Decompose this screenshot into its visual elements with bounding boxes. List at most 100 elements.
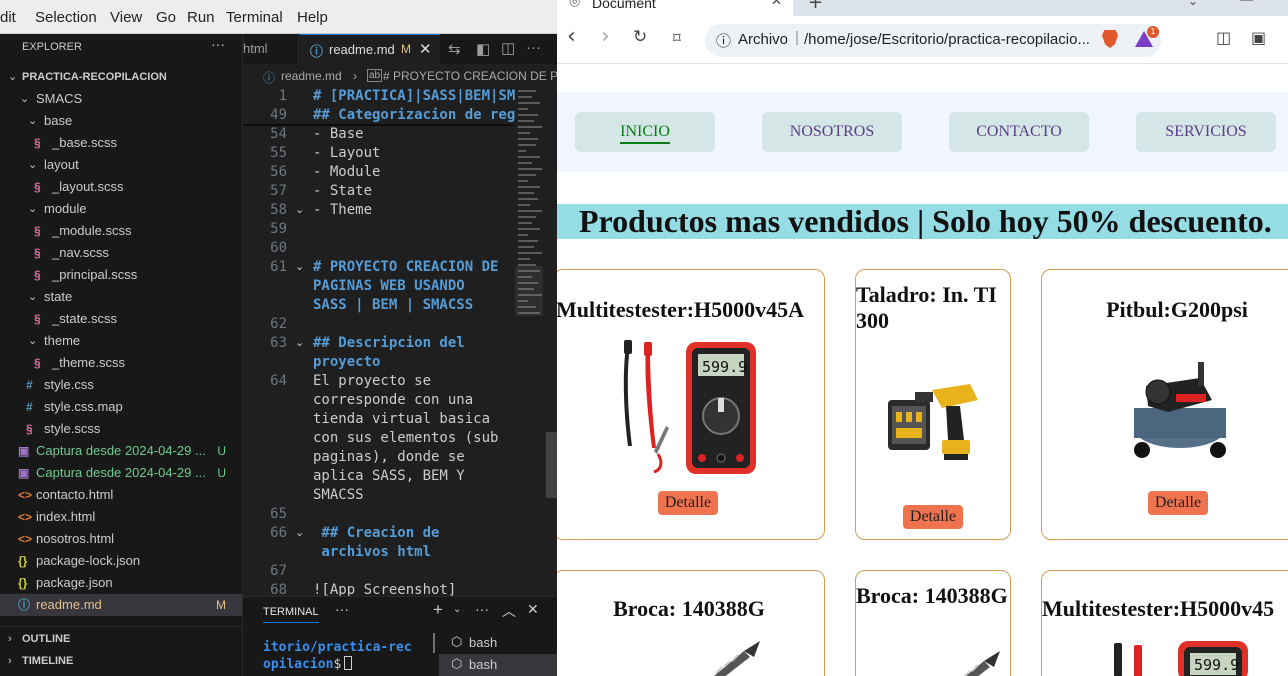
file-item[interactable]: <> index.html (0, 506, 242, 528)
folder-item[interactable]: ⌄ SMACS (0, 88, 242, 110)
folder-item[interactable]: ⌄ module (0, 198, 242, 220)
tab-terminal[interactable]: TERMINAL (263, 606, 319, 623)
detail-button[interactable]: Detalle (903, 505, 963, 529)
detail-button[interactable]: Detalle (658, 491, 718, 515)
tab-readme[interactable]: ⓘ readme.md M ✕ (300, 34, 440, 64)
address-bar[interactable]: ⓘ Archivo | /home/jose/Escritorio/practi… (705, 24, 1161, 57)
editor-scrollbar[interactable] (546, 432, 557, 498)
wallet-icon[interactable]: ▣ (1251, 28, 1266, 47)
line-number: 58 (270, 202, 287, 218)
file-item[interactable]: § _layout.scss (0, 176, 242, 198)
terminal-output[interactable]: itorio/practica-rec opilacion$ (263, 639, 412, 673)
minimap[interactable] (515, 86, 543, 318)
file-item[interactable]: § style.scss (0, 418, 242, 440)
nav-inicio[interactable]: INICIO (575, 112, 715, 152)
line-number: 62 (270, 316, 287, 332)
sash (433, 633, 435, 653)
product-card: Taladro: In. TI 300 Detalle (855, 269, 1011, 540)
file-item[interactable]: # style.css (0, 374, 242, 396)
file-item[interactable]: <> contacto.html (0, 484, 242, 506)
scss-file-icon: § (34, 180, 41, 194)
outline-section[interactable]: › OUTLINE (0, 628, 242, 650)
fold-chevron-icon[interactable]: ⌄ (295, 203, 304, 216)
more-actions-icon[interactable]: ··· (526, 39, 541, 56)
menu-edit[interactable]: dit (0, 9, 16, 26)
chevron-down-icon[interactable]: ⌄ (453, 604, 461, 615)
line-number: 59 (270, 221, 287, 237)
nav-servicios[interactable]: SERVICIOS (1136, 112, 1276, 152)
folder-item[interactable]: ⌄ theme (0, 330, 242, 352)
scss-file-icon: § (34, 268, 41, 282)
file-item[interactable]: § _theme.scss (0, 352, 242, 374)
scss-file-icon: § (34, 246, 41, 260)
git-status-badge: U (217, 444, 226, 458)
detail-button[interactable]: Detalle (1148, 491, 1208, 515)
minimize-icon[interactable]: — (1239, 0, 1254, 8)
product-card: Multitestester:H5000v45 599.9 (1041, 570, 1288, 676)
terminal-list-item[interactable]: ⬡ bash (439, 632, 557, 654)
chevron-down-icon[interactable]: ⌄ (1188, 0, 1198, 8)
menu-terminal[interactable]: Terminal (226, 9, 283, 26)
chevron-right-icon: › (353, 69, 357, 83)
close-tab-icon[interactable]: ✕ (771, 0, 782, 9)
file-item[interactable]: ⓘ readme.md M (0, 594, 242, 616)
menu-help[interactable]: Help (297, 9, 328, 26)
file-item[interactable]: § _module.scss (0, 220, 242, 242)
file-item[interactable]: <> nosotros.html (0, 528, 242, 550)
maximize-panel-icon[interactable]: ︿ (502, 601, 516, 621)
file-item[interactable]: § _principal.scss (0, 264, 242, 286)
menu-run[interactable]: Run (187, 9, 215, 26)
html-file-icon: <> (18, 532, 33, 546)
add-terminal-icon[interactable]: + (433, 600, 443, 620)
bookmark-icon[interactable]: ⌑ (673, 29, 681, 47)
nav-contacto[interactable]: CONTACTO (949, 112, 1089, 152)
terminal-list-item[interactable]: ⬡ bash (439, 654, 557, 676)
fold-chevron-icon[interactable]: ⌄ (295, 336, 304, 349)
folder-item[interactable]: ⌄ base (0, 110, 242, 132)
code-line: SMACSS (313, 487, 364, 503)
scss-file-icon: § (34, 312, 41, 326)
scss-file-icon: § (34, 224, 41, 238)
promo-banner: Productos mas vendidos | Solo hoy 50% de… (557, 204, 1288, 239)
file-item[interactable]: ▣ Captura desde 2024-04-29 ... U (0, 440, 242, 462)
new-tab-icon[interactable]: + (808, 0, 823, 13)
timeline-section[interactable]: › TIMELINE (0, 650, 242, 672)
compare-icon[interactable]: ⇆ (448, 40, 461, 58)
back-icon[interactable]: ‹ (567, 26, 576, 48)
tab-html[interactable]: html (243, 34, 299, 64)
file-item[interactable]: # style.css.map (0, 396, 242, 418)
forward-icon[interactable]: › (601, 26, 610, 48)
reload-icon[interactable]: ↻ (633, 27, 647, 47)
menu-go[interactable]: Go (156, 9, 176, 26)
menu-view[interactable]: View (110, 9, 142, 26)
scss-file-icon: § (34, 356, 41, 370)
explorer-more-icon[interactable]: ··· (211, 36, 225, 52)
sidebar-toggle-icon[interactable]: ◫ (1216, 28, 1231, 47)
file-item[interactable]: {} package.json (0, 572, 242, 594)
split-editor-icon[interactable]: ◫ (501, 39, 515, 57)
menu-selection[interactable]: Selection (35, 9, 97, 26)
close-icon[interactable]: ✕ (419, 40, 432, 58)
folder-item[interactable]: ⌄ layout (0, 154, 242, 176)
folder-item[interactable]: ⌄ state (0, 286, 242, 308)
browser-window: ◎ Document ✕ + ⌄ — ‹ › ↻ ⌑ ⓘ Archivo | /… (557, 0, 1288, 676)
nav-nosotros[interactable]: NOSOTROS (762, 112, 902, 152)
code-line: tienda virtual basica (313, 411, 491, 427)
vscode-window: dit Selection View Go Run Terminal Help … (0, 0, 557, 676)
file-item[interactable]: § _base.scss (0, 132, 242, 154)
chevron-down-icon: ⌄ (28, 159, 38, 171)
file-item[interactable]: {} package-lock.json (0, 550, 242, 572)
close-panel-icon[interactable]: ✕ (527, 601, 539, 618)
fold-chevron-icon[interactable]: ⌄ (295, 526, 304, 539)
preview-icon[interactable]: ◧ (476, 40, 490, 58)
explorer-root[interactable]: ⌄ PRACTICA-RECOPILACION (0, 66, 242, 88)
file-item[interactable]: § _state.scss (0, 308, 242, 330)
more-icon[interactable]: ··· (335, 601, 349, 617)
fold-chevron-icon[interactable]: ⌄ (295, 260, 304, 273)
file-item[interactable]: § _nav.scss (0, 242, 242, 264)
more-actions-icon[interactable]: ··· (475, 601, 489, 617)
browser-tab-strip: ◎ Document ✕ + ⌄ — (557, 0, 1288, 16)
menu-bar: dit Selection View Go Run Terminal Help (0, 0, 557, 34)
browser-tab[interactable]: ◎ Document ✕ (557, 0, 793, 16)
file-item[interactable]: ▣ Captura desde 2024-04-29 ... U (0, 462, 242, 484)
